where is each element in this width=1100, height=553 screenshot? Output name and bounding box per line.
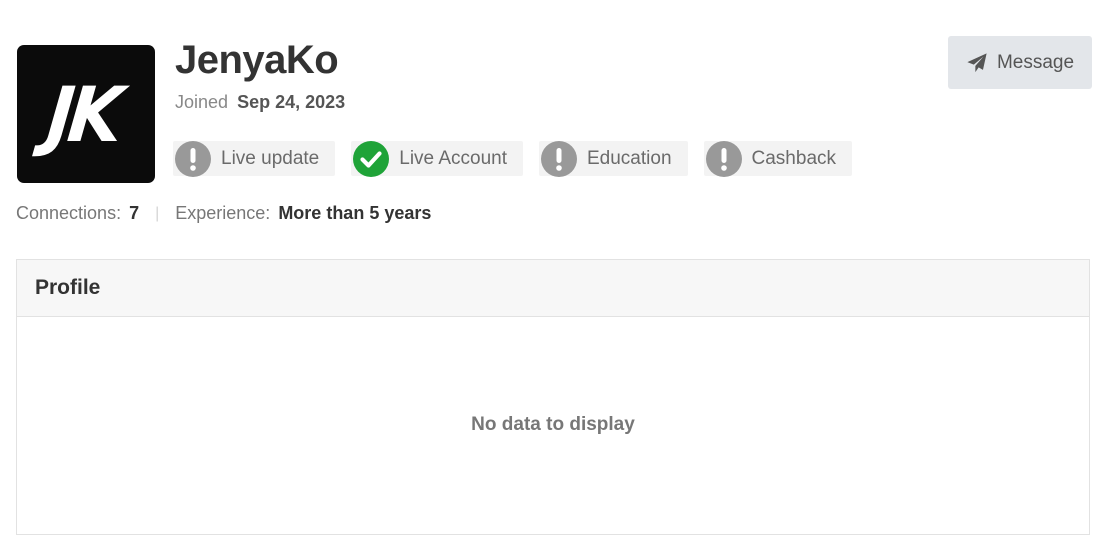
stats-divider: | [155,204,160,222]
badge-label: Live update [221,147,320,169]
badge-live-account[interactable]: Live Account [351,140,523,177]
checkmark-icon [353,140,390,177]
exclamation-icon [541,140,577,177]
connections-label: Connections: [16,203,122,223]
joined-label: Joined [175,92,229,112]
joined-date: Sep 24, 2023 [237,92,346,112]
badge-label: Live Account [399,147,507,169]
panel-body: No data to display [17,317,1089,534]
empty-state-text: No data to display [471,413,635,435]
profile-stats: Connections: 7 | Experience: More than 5… [16,203,431,224]
connections-count[interactable]: 7 [129,203,139,224]
badge-live-update[interactable]: Live update [173,140,336,177]
exclamation-icon [175,140,211,177]
profile-page: JK JenyaKo Joined Sep 24, 2023 Live upda… [0,0,1100,553]
joined-info: Joined Sep 24, 2023 [175,92,345,113]
panel-title: Profile [17,260,1089,317]
avatar: JK [17,45,155,183]
verification-badges: Live update Live Account Education Cashb… [173,140,853,177]
profile-panel: Profile No data to display [16,259,1090,535]
message-button[interactable]: Message [948,36,1092,89]
experience-label: Experience: [175,203,271,223]
badge-label: Cashback [751,147,837,169]
avatar-initials: JK [43,69,123,159]
username: JenyaKo [175,38,339,82]
exclamation-icon [705,140,742,177]
paper-plane-icon [966,52,988,74]
badge-cashback[interactable]: Cashback [703,140,853,177]
badge-label: Education [587,147,672,169]
experience-value: More than 5 years [278,203,432,223]
message-label: Message [996,51,1075,73]
badge-education[interactable]: Education [539,140,688,177]
